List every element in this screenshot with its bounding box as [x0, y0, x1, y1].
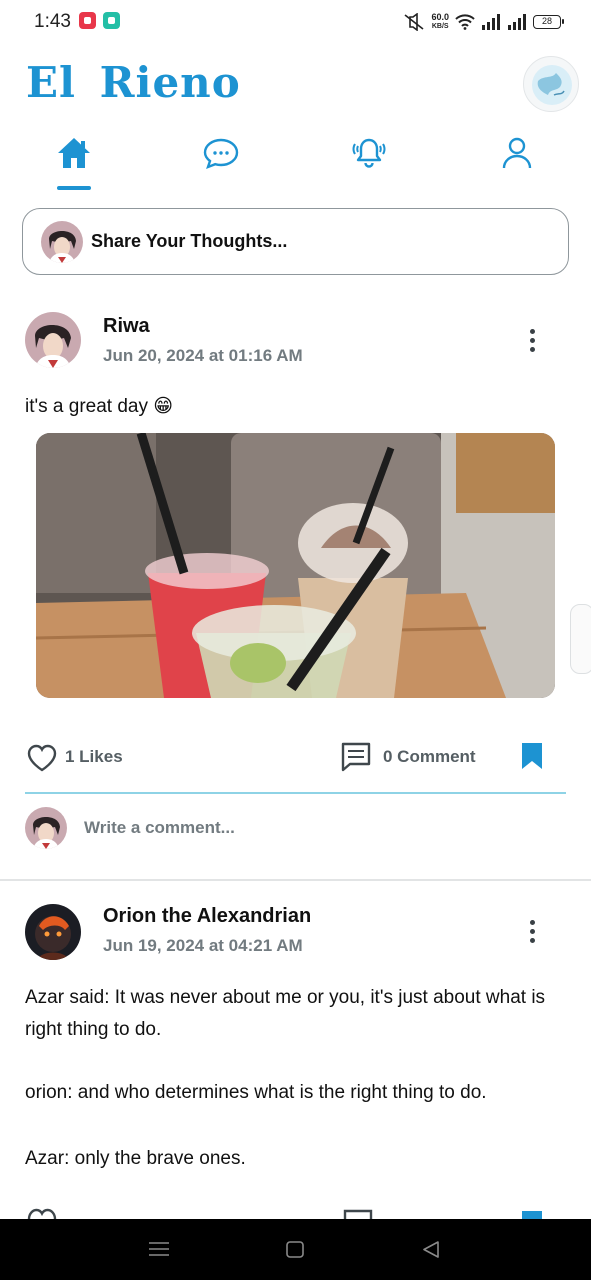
comments-count[interactable]: 0 Comment [383, 747, 476, 767]
home-icon [58, 138, 90, 168]
wifi-icon [455, 14, 475, 30]
comment-icon[interactable] [341, 742, 371, 772]
bookmark-icon[interactable] [521, 1210, 543, 1219]
messenger-icon [103, 12, 120, 29]
back-icon[interactable] [423, 1241, 439, 1258]
tab-messages[interactable] [191, 128, 251, 192]
app-title: El Rieno [26, 58, 241, 107]
system-navigation-bar [0, 1219, 591, 1280]
user-icon [502, 137, 532, 169]
bookmark-icon[interactable] [521, 742, 543, 770]
comment-composer[interactable]: Write a comment... [25, 807, 566, 849]
share-thoughts-placeholder: Share Your Thoughts... [91, 231, 288, 251]
signal-icon [482, 14, 500, 30]
comment-input[interactable]: Write a comment... [84, 818, 235, 838]
post-author-avatar[interactable] [25, 312, 81, 368]
post-text-line: orion: and who determines what is the ri… [25, 1082, 487, 1103]
post-text-line: Azar said: It was never about me or you,… [25, 987, 546, 1040]
heart-icon[interactable] [27, 1208, 57, 1219]
likes-count[interactable]: 1 Likes [65, 747, 123, 767]
tab-profile[interactable] [487, 128, 547, 192]
net-speed-value: 60.0 [431, 12, 449, 22]
post-more-menu-icon[interactable] [522, 329, 542, 359]
main-nav [0, 128, 591, 192]
chat-icon [203, 138, 239, 170]
share-thoughts-input[interactable]: Share Your Thoughts... [22, 208, 569, 275]
post-author-avatar[interactable] [25, 904, 81, 960]
recent-apps-icon[interactable] [149, 1241, 169, 1257]
profile-avatar[interactable] [523, 56, 579, 112]
home-button-icon[interactable] [286, 1241, 304, 1258]
user-avatar [41, 220, 83, 263]
tab-notifications[interactable] [339, 128, 399, 192]
status-time: 1:43 [34, 11, 71, 32]
mute-icon [404, 13, 424, 31]
status-bar: 1:43 60.0 KB/S 28 [0, 0, 591, 44]
heart-icon[interactable] [27, 744, 57, 772]
status-indicators: 60.0 KB/S 28 [403, 10, 564, 34]
post-author-name[interactable]: Riwa [103, 315, 150, 338]
post-image[interactable] [36, 433, 555, 698]
tab-home[interactable] [44, 128, 104, 192]
signal-icon-2 [508, 14, 526, 30]
post-timestamp: Jun 20, 2024 at 01:16 AM [103, 346, 303, 365]
net-speed-unit: KB/S [431, 23, 449, 30]
side-panel-handle[interactable] [570, 604, 591, 674]
comment-user-avatar [25, 807, 67, 849]
bell-icon [352, 138, 386, 168]
post-actions: 1 Likes 0 Comment [0, 740, 591, 780]
network-speed: 60.0 KB/S [431, 13, 449, 31]
post-author-name[interactable]: Orion the Alexandrian [103, 905, 311, 928]
post-more-menu-icon[interactable] [522, 920, 542, 950]
post-text-line: Azar: only the brave ones. [25, 1148, 246, 1169]
post-timestamp: Jun 19, 2024 at 04:21 AM [103, 936, 303, 955]
active-tab-indicator [57, 186, 91, 190]
post-separator [0, 879, 591, 881]
screen-record-icon [79, 12, 96, 29]
battery-icon: 28 [533, 15, 564, 29]
post-text: it's a great day 😁 [25, 396, 174, 417]
actions-divider [25, 792, 566, 794]
comment-icon[interactable] [343, 1209, 373, 1219]
